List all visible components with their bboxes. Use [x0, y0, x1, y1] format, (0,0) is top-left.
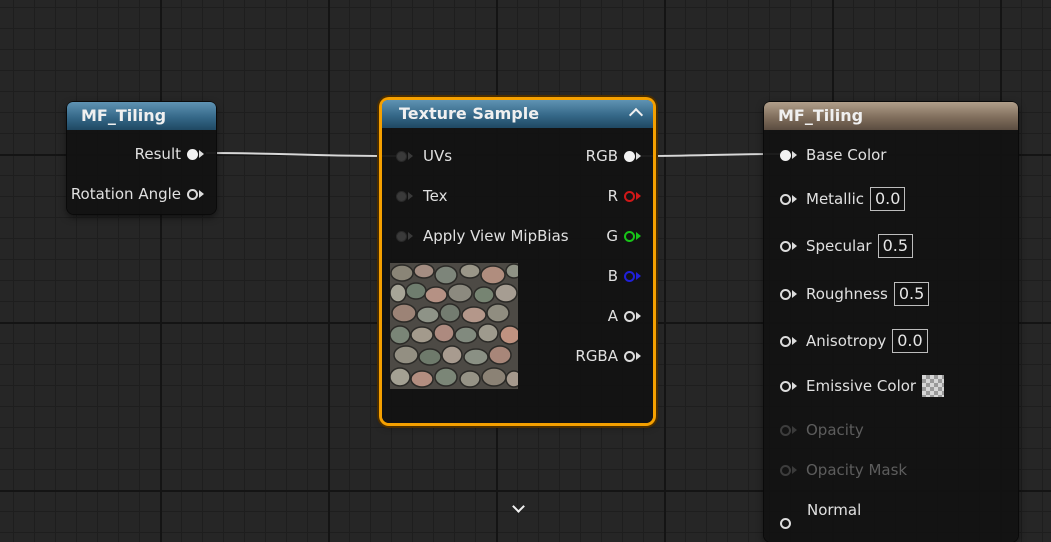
pin-label: Result — [134, 145, 181, 163]
pin-label: Apply View MipBias — [423, 227, 569, 245]
pin-red-channel-icon[interactable] — [624, 190, 635, 202]
pin-label: Normal — [807, 501, 862, 519]
wire-result-to-uvs — [205, 152, 397, 157]
input-pin-emissive-color[interactable]: Emissive Color — [780, 375, 945, 397]
pin-hollow-icon[interactable] — [780, 380, 791, 392]
roughness-value-field[interactable]: 0.5 — [893, 282, 930, 306]
pin-label: RGBA — [575, 347, 618, 365]
input-pin-roughness[interactable]: Roughness 0.5 — [780, 282, 930, 306]
input-pin-anisotropy[interactable]: Anisotropy 0.0 — [780, 329, 928, 353]
pin-label: R — [607, 187, 618, 205]
texture-preview-thumbnail — [390, 263, 518, 389]
pin-hollow-icon[interactable] — [624, 310, 635, 322]
pin-label: Base Color — [806, 146, 887, 164]
output-pin-rgba[interactable]: RGBA — [575, 347, 641, 365]
pin-label: Specular — [806, 237, 872, 255]
metallic-value-field[interactable]: 0.0 — [870, 187, 906, 211]
pin-label: Opacity — [806, 421, 864, 439]
pin-hollow-icon[interactable] — [624, 350, 635, 362]
node-title-text: Texture Sample — [399, 104, 540, 123]
color-swatch-checker-icon[interactable] — [922, 375, 945, 397]
pin-disabled-icon — [780, 464, 791, 476]
wire-rgb-to-basecolor — [639, 153, 785, 157]
pin-label: Anisotropy — [806, 332, 887, 350]
pin-filled-icon[interactable] — [624, 150, 635, 162]
chevron-down-icon[interactable] — [512, 500, 525, 513]
pin-label: Metallic — [806, 190, 864, 208]
pin-green-channel-icon[interactable] — [624, 230, 635, 242]
input-pin-apply-view-mipbias[interactable]: Apply View MipBias — [396, 227, 569, 245]
exec-pin-filled-icon[interactable] — [187, 148, 198, 160]
pin-disabled-icon — [780, 424, 791, 436]
pin-hollow-icon[interactable] — [780, 193, 791, 205]
pin-label: UVs — [423, 147, 453, 165]
output-pin-g[interactable]: G — [606, 227, 641, 245]
texture-sample-node[interactable]: Texture Sample UVs Tex Apply View MipBia… — [382, 100, 653, 513]
pin-unconnected-icon[interactable] — [396, 230, 407, 242]
output-pin-rotation-angle[interactable]: Rotation Angle — [71, 185, 204, 203]
pin-label: Tex — [423, 187, 448, 205]
output-pin-r[interactable]: R — [608, 187, 641, 205]
pin-hollow-icon[interactable] — [780, 518, 791, 529]
pin-label: Opacity Mask — [806, 461, 908, 479]
node-title: MF_Tiling — [764, 102, 1018, 130]
pin-unconnected-icon[interactable] — [396, 150, 407, 162]
pin-label: Roughness — [806, 285, 888, 303]
pin-filled-icon[interactable] — [780, 149, 791, 161]
input-pin-base-color[interactable]: Base Color — [780, 146, 886, 164]
pin-hollow-icon[interactable] — [780, 288, 791, 300]
input-pin-specular[interactable]: Specular 0.5 — [780, 234, 914, 258]
output-pin-rgb[interactable]: RGB — [586, 147, 641, 165]
pin-label: RGB — [585, 147, 618, 165]
node-title: Texture Sample — [382, 100, 653, 128]
pin-unconnected-icon[interactable] — [396, 190, 407, 202]
material-graph-canvas[interactable]: MF_Tiling Result Rotation Angle Texture … — [0, 0, 1051, 542]
input-pin-metallic[interactable]: Metallic 0.0 — [780, 187, 906, 211]
pin-hollow-icon[interactable] — [780, 240, 791, 252]
pin-label: Emissive Color — [806, 377, 917, 395]
pin-label: Rotation Angle — [70, 185, 181, 203]
input-pin-uvs[interactable]: UVs — [396, 147, 452, 165]
output-pin-a[interactable]: A — [608, 307, 641, 325]
input-pin-opacity: Opacity — [780, 421, 864, 439]
output-pin-result[interactable]: Result — [135, 145, 204, 163]
output-pin-b[interactable]: B — [608, 267, 641, 285]
pin-blue-channel-icon[interactable] — [624, 270, 635, 282]
pin-label: B — [607, 267, 618, 285]
pin-label: A — [607, 307, 618, 325]
mf-tiling-output-node[interactable]: MF_Tiling Result Rotation Angle — [67, 102, 216, 214]
input-pin-opacity-mask: Opacity Mask — [780, 461, 907, 479]
anisotropy-value-field[interactable]: 0.0 — [892, 329, 928, 353]
pin-label: G — [606, 227, 618, 245]
specular-value-field[interactable]: 0.5 — [877, 234, 914, 258]
pin-hollow-icon[interactable] — [187, 188, 198, 200]
mf-tiling-material-node[interactable]: MF_Tiling Base Color Metallic 0.0 Specul… — [764, 102, 1018, 542]
chevron-up-icon[interactable] — [628, 107, 644, 123]
input-pin-normal[interactable]: Normal — [807, 501, 861, 519]
pin-hollow-icon[interactable] — [780, 335, 791, 347]
node-title: MF_Tiling — [67, 102, 216, 130]
input-pin-tex[interactable]: Tex — [396, 187, 447, 205]
